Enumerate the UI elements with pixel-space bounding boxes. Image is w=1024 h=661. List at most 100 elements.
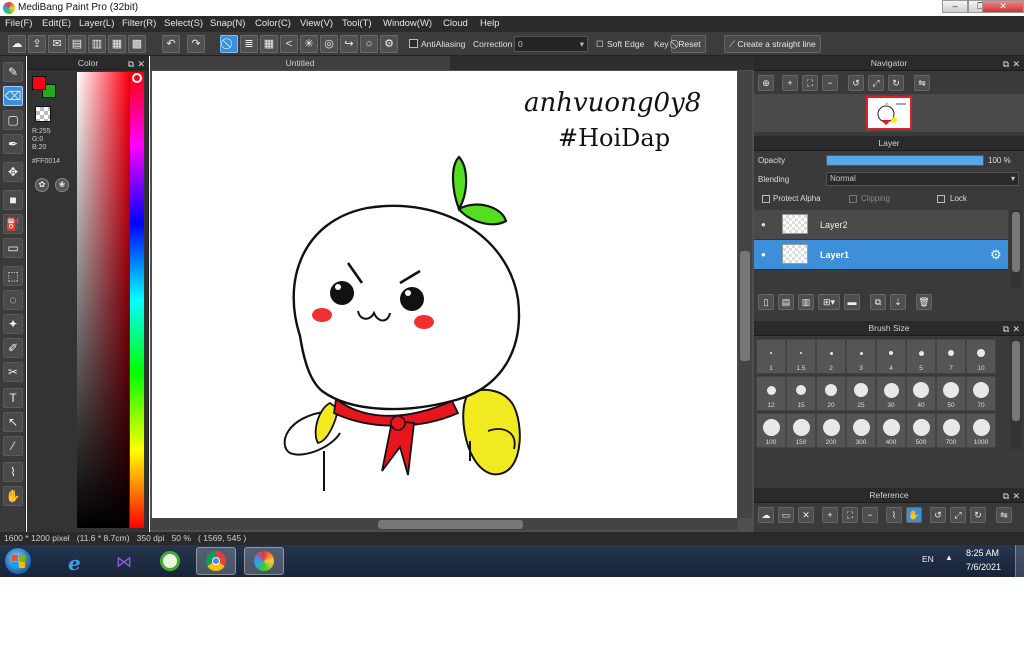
eraser-tool-icon[interactable]: ⌫ [3,86,23,106]
select-pen-tool-icon[interactable]: ✐ [3,338,23,358]
brush-size-cell[interactable]: 50 [936,376,966,411]
duplicate-layer-icon[interactable]: ⧉ [870,294,886,310]
soft-edge-checkbox[interactable]: ☐ [596,39,604,50]
close-icon[interactable]: ✕ [798,507,814,523]
parallel-snap-icon[interactable]: ≣ [240,35,258,53]
select-rect-tool-icon[interactable]: ⬚ [3,266,23,286]
undock-icon[interactable]: ⧉ [128,57,134,71]
layer-row-layer2[interactable]: ● Layer2 [754,210,1008,240]
brush-size-cell[interactable]: 40 [906,376,936,411]
brush-size-cell[interactable]: 1.5 [786,339,816,374]
brush-size-cell[interactable]: 25 [846,376,876,411]
horizontal-scroll-thumb[interactable] [378,520,523,529]
fit-window-icon[interactable]: ⤢ [868,75,884,91]
rotate-right-icon[interactable]: ↻ [970,507,986,523]
redo-icon[interactable]: ↷ [187,35,205,53]
clipping-checkbox[interactable] [849,195,857,203]
brush-size-cell[interactable]: 7 [936,339,966,374]
opacity-slider[interactable] [826,155,984,166]
eye-icon[interactable]: ● [761,220,766,229]
menu-file[interactable]: File(F) [5,18,32,29]
minimize-button[interactable]: – [942,0,968,13]
internet-explorer-icon[interactable]: e [58,547,98,575]
clock-date[interactable]: 7/6/2021 [966,562,1001,572]
cross-snap-icon[interactable]: ▦ [260,35,278,53]
concentric-snap-icon[interactable]: ◎ [320,35,338,53]
comment-icon[interactable]: ✉ [48,35,66,53]
dot-tool-icon[interactable]: ▢ [3,110,23,130]
hand-tool-icon[interactable]: ✋ [3,486,23,506]
rotate-right-icon[interactable]: ↻ [888,75,904,91]
chat-icon[interactable]: ▤ [68,35,86,53]
upload-icon[interactable]: ⇪ [28,35,46,53]
brush-size-cell[interactable]: 150 [786,413,816,448]
menu-tool[interactable]: Tool(T) [342,18,372,29]
fit-window-icon[interactable]: ⤢ [950,507,966,523]
actual-size-icon[interactable]: ⛶ [842,507,858,523]
brush-size-scroll-thumb[interactable] [1012,341,1020,421]
brush-size-cell[interactable]: 4 [876,339,906,374]
brush-size-cell[interactable]: 1 [756,339,786,374]
brush-size-cell[interactable]: 5 [906,339,936,374]
zoom-fit-icon[interactable]: ⊕ [758,75,774,91]
undock-icon[interactable]: ⧉ [1003,322,1009,337]
vertical-scroll-thumb[interactable] [740,251,750,361]
correction-select[interactable]: 0 ▾ [514,36,588,52]
folder-icon[interactable]: ▬ [844,294,860,310]
grid-list-icon[interactable]: ▦ [108,35,126,53]
layer-list-scroll-thumb[interactable] [1012,212,1020,272]
undo-icon[interactable]: ↶ [162,35,180,53]
new-layer-icon[interactable]: ▯ [758,294,774,310]
brush-size-scrollbar[interactable] [1010,337,1022,449]
magic-wand-tool-icon[interactable]: ✦ [3,314,23,334]
rotate-left-icon[interactable]: ↺ [930,507,946,523]
cloud-icon[interactable]: ☁ [8,35,26,53]
protect-alpha-checkbox[interactable] [762,195,770,203]
vanishing-snap-icon[interactable]: < [280,35,298,53]
brush-size-cell[interactable]: 700 [936,413,966,448]
straight-line-button[interactable]: ⟋ Create a straight line [724,35,821,53]
zoom-in-icon[interactable]: + [822,507,838,523]
operation-tool-icon[interactable]: ↖ [3,412,23,432]
navigator-thumbnail[interactable] [866,96,912,130]
brush-size-cell[interactable]: 70 [966,376,996,411]
add-layer-menu-icon[interactable]: ⊞▾ [818,294,840,310]
drawing-canvas[interactable]: anhvuong0y8 #HoiDap [152,71,737,518]
blending-select[interactable]: Normal ▾ [826,172,1019,186]
divide-tool-icon[interactable]: ⁄ [3,436,23,456]
menu-snap[interactable]: Snap(N) [210,18,245,29]
menu-help[interactable]: Help [480,18,500,29]
menu-view[interactable]: View(V) [300,18,333,29]
brush-size-cell[interactable]: 15 [786,376,816,411]
language-indicator[interactable]: EN [922,554,934,564]
menu-window[interactable]: Window(W) [383,18,432,29]
hand-icon[interactable]: ✋ [906,507,922,523]
layer-row-layer1[interactable]: ● Layer1 ⚙ [754,240,1008,270]
zoom-out-icon[interactable]: − [822,75,838,91]
antialiasing-checkbox[interactable] [409,39,418,48]
undock-icon[interactable]: ⧉ [1003,489,1009,504]
frame-icon[interactable]: ▩ [128,35,146,53]
close-icon[interactable]: ✕ [1012,322,1020,337]
menu-select[interactable]: Select(S) [164,18,203,29]
palette-icon[interactable]: ✿ [35,178,49,192]
brush-size-cell[interactable]: 12 [756,376,786,411]
clock-time[interactable]: 8:25 AM [966,548,999,558]
curve-snap-icon[interactable]: ↪ [340,35,358,53]
brush-size-cell[interactable]: 30 [876,376,906,411]
trash-icon[interactable]: 🗑 [916,294,932,310]
new-halftone-layer-icon[interactable]: ▤ [778,294,794,310]
zoom-in-icon[interactable]: + [782,75,798,91]
saturation-brightness-field[interactable] [77,72,129,528]
flip-horizontal-icon[interactable]: ⇋ [996,507,1012,523]
document-tab[interactable]: Untitled [150,56,450,70]
show-hidden-icons-icon[interactable]: ▲ [945,553,953,562]
reset-button[interactable]: ⃠ Reset [671,35,706,53]
cloud-upload-icon[interactable]: ☁ [758,507,774,523]
close-icon[interactable]: ✕ [1012,57,1020,72]
brush-size-cell[interactable]: 400 [876,413,906,448]
rotate-left-icon[interactable]: ↺ [848,75,864,91]
brush-size-cell[interactable]: 200 [816,413,846,448]
brush-size-cell[interactable]: 3 [846,339,876,374]
menu-edit[interactable]: Edit(E) [42,18,71,29]
